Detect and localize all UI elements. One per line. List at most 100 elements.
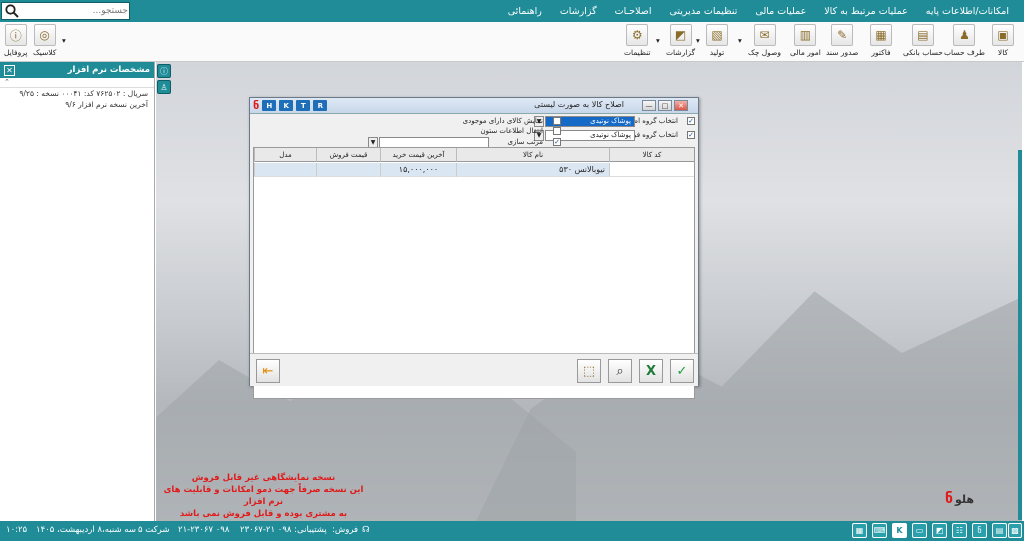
toolbar-product-button[interactable]: ▣ کالا: [992, 24, 1014, 60]
brand-logo: ნ هلو: [945, 491, 974, 507]
toolbar-invoice-button[interactable]: ▦ فاکتور: [870, 24, 892, 60]
excel-icon[interactable]: X: [639, 359, 663, 383]
contacts-icon[interactable]: ☷: [952, 523, 967, 538]
hotkey-t-button[interactable]: T: [296, 100, 311, 111]
profile-icon: ⓘ: [4, 24, 27, 46]
toolbar-bank-account-button[interactable]: ▤ حساب بانکی: [903, 24, 943, 60]
show-stock-checkbox[interactable]: [553, 117, 561, 125]
document-icon: ✎: [831, 24, 854, 46]
menu-item-product-ops[interactable]: عملیات مرتبط به کالا: [815, 6, 917, 17]
calendar-icon[interactable]: ▩: [1008, 523, 1022, 538]
edit-products-list-dialog: ნ H K T R — □ ✕ اصلاح کالا به صورت لیستی…: [249, 97, 699, 399]
transfer-column-checkbox[interactable]: [553, 127, 561, 135]
calculator-icon[interactable]: ▦: [852, 523, 867, 538]
package-icon[interactable]: ⬚: [577, 359, 601, 383]
hotkey-h-button[interactable]: H: [262, 100, 277, 111]
column-header-name[interactable]: نام کالا: [456, 148, 609, 162]
toolbar-production-button[interactable]: ▧ تولید: [706, 24, 728, 60]
sub-group-checkbox[interactable]: ✓: [687, 131, 695, 139]
close-icon[interactable]: ✕: [4, 64, 15, 76]
check-icon[interactable]: ✓: [670, 359, 694, 383]
cell-code[interactable]: [609, 163, 694, 177]
minimize-button[interactable]: —: [642, 100, 656, 111]
window-icon[interactable]: ▭: [912, 523, 927, 538]
search-icon[interactable]: [4, 3, 20, 19]
grid-header: کد کالا نام کالا آخرین قیمت خرید قیمت فر…: [254, 148, 694, 162]
invoice-icon: ▦: [870, 24, 892, 46]
panel-title: مشخصات نرم افزار: [67, 65, 150, 75]
menu-item-reports[interactable]: گزارشات: [551, 6, 606, 17]
person-icon: ♟: [953, 24, 976, 46]
production-icon: ▧: [706, 24, 728, 46]
status-bar: ۱۰:۲۵ سه شنبه،۸ اردیبهشت، ۱۴۰۵ شرکت ۵ ۰۹…: [0, 521, 1024, 541]
bank-icon: ▤: [911, 24, 934, 46]
cell-model[interactable]: [254, 163, 316, 177]
toolbar-classic-button[interactable]: ◎ کلاسیک: [33, 24, 56, 60]
box-icon: ▣: [992, 24, 1014, 46]
serial-info: سریال : ۷۶۲۵۰۲ کد: ۰۰۰۴۱ نسخه : ۹/۲۵: [19, 89, 148, 98]
sort-checkbox[interactable]: ✓: [553, 138, 561, 146]
status-support: پشتیبانی: ۰۹۸ ۲۱-۲۳۰۶۷: [240, 525, 327, 535]
toolbar-finance-button[interactable]: ▥ امور مالی: [790, 24, 821, 60]
main-menu: امکانات/اطلاعات پایه عملیات مرتبط به کال…: [499, 0, 1024, 22]
finance-icon: ▥: [794, 24, 817, 46]
menu-item-admin-settings[interactable]: تنظیمات مدیریتی: [661, 6, 747, 17]
hotkey-r-button[interactable]: R: [313, 100, 328, 111]
keyboard-icon[interactable]: ⌨: [872, 523, 887, 538]
k-icon[interactable]: K: [892, 523, 907, 538]
software-info-panel: ✕ مشخصات نرم افزار ⌃ سریال : ۷۶۲۵۰۲ کد: …: [0, 62, 155, 521]
status-sales-label: فروش:: [332, 525, 359, 535]
toolbar-cheque-button[interactable]: ✉ وصول چک: [748, 24, 781, 60]
column-header-sale-price[interactable]: قیمت فروش: [316, 148, 380, 162]
main-group-checkbox[interactable]: ✓: [687, 117, 695, 125]
transfer-column-label: انتقال اطلاعات ستون: [480, 127, 543, 135]
panel-header: ✕ مشخصات نرم افزار: [0, 62, 154, 78]
headset-icon: ☊: [362, 525, 370, 535]
menu-item-base-info[interactable]: امکانات/اطلاعات پایه: [917, 6, 1018, 17]
logo-icon: ნ: [945, 491, 953, 507]
cheque-icon: ✉: [753, 24, 776, 46]
search-icon[interactable]: ⌕: [608, 359, 632, 383]
search-input[interactable]: [20, 4, 128, 18]
maximize-button[interactable]: □: [658, 100, 672, 111]
menu-item-corrections[interactable]: اصلاحـات: [606, 6, 661, 17]
panel-collapse-bar[interactable]: ⌃: [0, 78, 154, 88]
toolbar-account-party-button[interactable]: ♟ طرف حساب: [944, 24, 985, 60]
column-header-code[interactable]: کد کالا: [609, 148, 694, 162]
gear-icon: ⚙: [626, 24, 649, 46]
cell-name[interactable]: نیوبالانس ۵۳۰: [456, 163, 609, 177]
toolbar-issue-document-button[interactable]: ✎ صدور سند: [826, 24, 858, 60]
dialog-title-bar[interactable]: ნ H K T R — □ ✕ اصلاح کالا به صورت لیستی: [250, 98, 698, 114]
dialog-caption: اصلاح کالا به صورت لیستی: [534, 100, 624, 109]
desktop-scrollbar[interactable]: [1018, 150, 1022, 520]
hotkey-k-button[interactable]: K: [279, 100, 294, 111]
chart-icon[interactable]: ◩: [932, 523, 947, 538]
cell-last-purchase[interactable]: ۱۵,۰۰۰,۰۰۰: [380, 163, 456, 177]
column-header-model[interactable]: مدل: [254, 148, 316, 162]
logo-icon[interactable]: ნ: [972, 523, 987, 538]
sort-label: مرتب سازی: [507, 138, 543, 146]
search-box: [1, 2, 130, 20]
classic-icon: ◎: [33, 24, 56, 46]
demo-version-note: نسخه نمایشگاهی غیر قابل فروش این نسخه صر…: [163, 473, 364, 519]
latest-version-info: آخرین نسخه نرم افزار ۹/۶: [65, 100, 148, 109]
toolbar-profile-button[interactable]: ⓘ پروفایل: [4, 24, 28, 60]
dialog-footer: ⇤ ⬚ ⌕ X ✓: [250, 353, 698, 386]
chart-icon: ◩: [669, 24, 692, 46]
logo-icon: ნ: [253, 99, 260, 112]
menu-item-financial-ops[interactable]: عملیات مالی: [746, 6, 815, 17]
toolbar-settings-button[interactable]: ⚙ تنظیمات: [624, 24, 650, 60]
column-header-last-purchase[interactable]: آخرین قیمت خرید: [380, 148, 456, 162]
tile-icon[interactable]: ▤: [992, 523, 1007, 538]
top-menu-bar: امکانات/اطلاعات پایه عملیات مرتبط به کال…: [0, 0, 1024, 22]
chevron-up-icon[interactable]: ⌃: [4, 78, 10, 86]
menu-item-help[interactable]: راهنمائی: [499, 6, 551, 17]
status-company: شرکت ۵: [138, 525, 170, 535]
info-icon[interactable]: ⓘ: [157, 64, 171, 78]
close-button[interactable]: ✕: [674, 100, 688, 111]
status-time: ۱۰:۲۵: [6, 525, 28, 535]
cell-sale-price[interactable]: [316, 163, 380, 177]
toolbar-reports-button[interactable]: ◩ گزارشات: [666, 24, 695, 60]
user-icon[interactable]: ♙: [157, 80, 171, 94]
exit-icon[interactable]: ⇤: [256, 359, 280, 383]
